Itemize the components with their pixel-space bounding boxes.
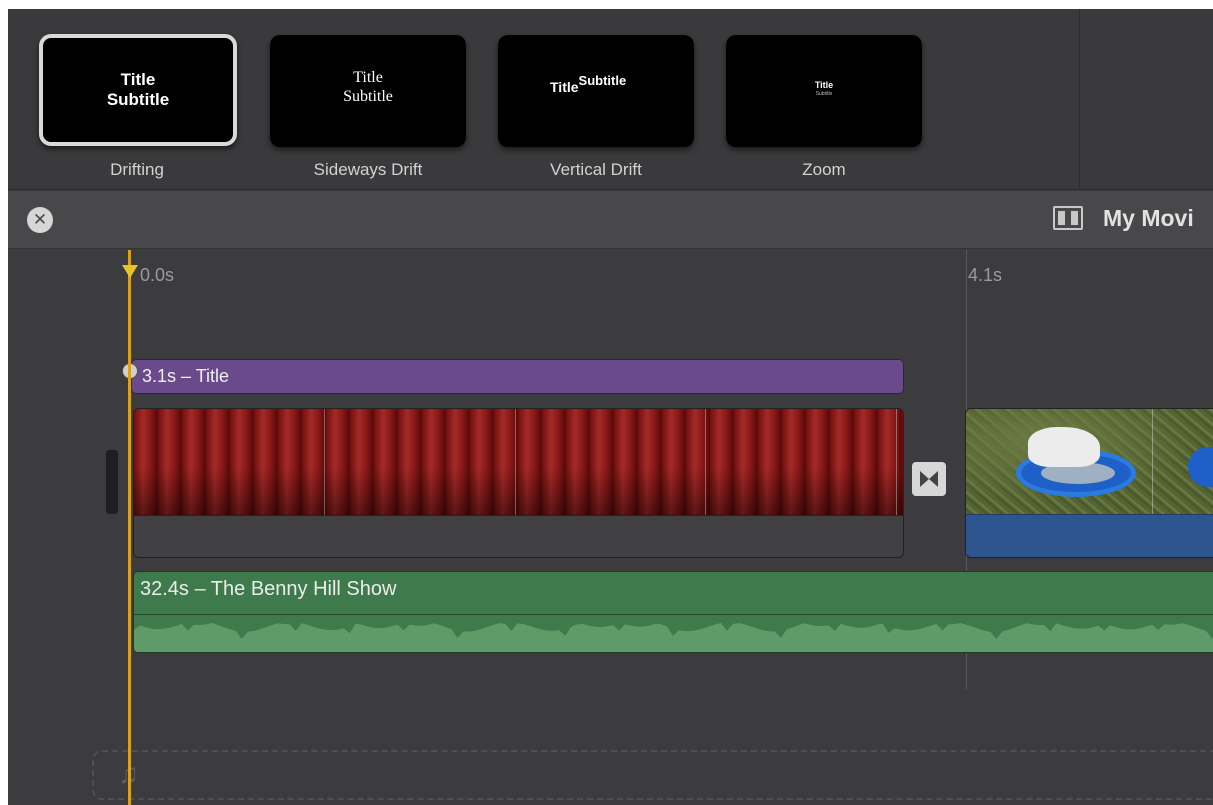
dog-frames — [966, 409, 1213, 514]
style-name: Drifting — [110, 160, 164, 179]
imovie-editor: Title Subtitle Drifting Title Subtitle S… — [8, 9, 1213, 805]
project-title[interactable]: My Movi — [1103, 205, 1194, 232]
style-preview-text: Title Subtitle — [343, 69, 393, 105]
time-marker-4s: 4.1s — [968, 265, 1003, 285]
clip-audio-strip — [966, 514, 1213, 557]
style-name: Zoom — [802, 160, 846, 179]
style-name: Sideways Drift — [313, 160, 423, 179]
video-clip-curtain[interactable] — [133, 408, 904, 558]
style-thumbnail[interactable]: Title Subtitle — [726, 35, 922, 147]
music-clip-label: 32.4s – The Benny Hill Show — [140, 578, 397, 600]
filmstrip-icon[interactable] — [1053, 206, 1083, 230]
curtain-frames — [134, 409, 903, 515]
dog-image — [1028, 427, 1100, 467]
close-icon[interactable]: ✕ — [27, 207, 53, 233]
style-preview-subtitle: Subtitle — [815, 91, 833, 97]
timeline-side-handle[interactable] — [106, 450, 118, 514]
music-clip[interactable]: 32.4s – The Benny Hill Show — [133, 571, 1213, 653]
timeline[interactable]: 0.0s 4.1s 3.1s – Title 32.4s – The Benny… — [8, 250, 1213, 805]
title-clip-label: 3.1s – Title — [142, 366, 230, 386]
playhead[interactable] — [128, 250, 131, 805]
music-drop-zone[interactable]: ♫ — [92, 750, 1213, 800]
clip-audio-strip — [134, 515, 903, 557]
style-thumbnail[interactable]: Title Subtitle — [270, 35, 466, 147]
title-style-picker: Title Subtitle Drifting Title Subtitle S… — [8, 9, 1213, 190]
playhead-marker-icon[interactable] — [122, 265, 138, 278]
style-preview-title: Title — [814, 80, 834, 90]
music-waveform — [134, 623, 1213, 652]
title-clip[interactable]: 3.1s – Title — [131, 359, 904, 394]
time-marker-start: 0.0s — [140, 265, 175, 285]
transition-bowtie-icon[interactable] — [912, 462, 946, 496]
project-header-bar: ✕ My Movi — [8, 191, 1213, 249]
style-preview-text: Title Subtitle — [106, 70, 170, 109]
style-thumbnail[interactable]: TitleSubtitle — [498, 35, 694, 147]
style-thumbnail[interactable]: Title Subtitle — [39, 34, 237, 146]
style-name: Vertical Drift — [550, 160, 642, 179]
video-clip-dog[interactable] — [965, 408, 1213, 558]
styles-divider — [1079, 9, 1080, 190]
style-preview-text: TitleSubtitle — [550, 73, 627, 95]
